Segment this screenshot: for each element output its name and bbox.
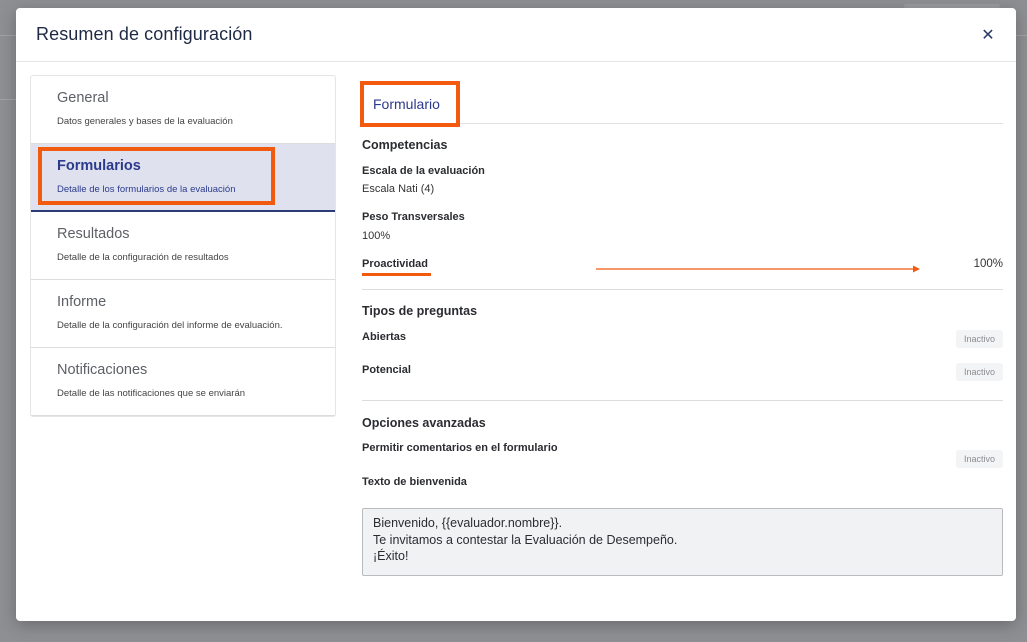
config-summary-modal: Resumen de configuración ✕ General Datos… [16,8,1016,621]
content-panel: Formulario Competencias Escala de la eva… [362,80,1003,576]
sidebar-nav: General Datos generales y bases de la ev… [30,75,336,417]
welcome-text-box: Bienvenido, {{evaluador.nombre}}. Te inv… [362,508,1003,576]
sidebar-item-resultados[interactable]: Resultados Detalle de la configuración d… [31,212,335,280]
sidebar-item-label: Notificaciones [57,362,148,378]
field-value-escala: Escala Nati (4) [362,183,435,195]
field-label-comentarios: Permitir comentarios en el formulario [362,442,558,454]
sidebar-item-description: Detalle de los formularios de la evaluac… [57,184,236,195]
field-label-peso: Peso Transversales [362,211,465,223]
sidebar-item-description: Detalle de las notificaciones que se env… [57,388,246,399]
section-divider [362,400,1003,401]
field-label-escala: Escala de la evaluación [362,165,485,177]
field-label-bienvenida: Texto de bienvenida [362,476,467,488]
sidebar-item-informe[interactable]: Informe Detalle de la configuración del … [31,280,335,348]
field-label-potencial: Potencial [362,364,411,376]
welcome-line: Te invitamos a contestar la Evaluación d… [373,532,678,547]
proactividad-underline [362,273,431,276]
status-badge-abiertas: Inactivo [955,330,1003,348]
section-divider [362,289,1003,290]
section-title-competencias: Competencias [362,138,448,152]
sidebar-item-formularios[interactable]: Formularios Detalle de los formularios d… [31,144,335,212]
welcome-line: Bienvenido, {{evaluador.nombre}}. [373,516,563,530]
tab-formulario[interactable]: Formulario [373,96,440,112]
sidebar-item-general[interactable]: General Datos generales y bases de la ev… [31,76,335,144]
modal-header: Resumen de configuración ✕ [16,8,1016,62]
close-icon[interactable]: ✕ [976,23,1000,47]
background-divider [0,99,16,100]
section-title-opciones: Opciones avanzadas [362,416,486,430]
field-value-peso: 100% [362,230,391,242]
sidebar-item-label: Resultados [57,226,130,242]
sidebar-item-label: General [57,90,109,106]
status-badge-potencial: Inactivo [955,363,1003,381]
field-label-abiertas: Abiertas [362,331,407,343]
sidebar-item-label: Formularios [57,158,141,174]
sidebar-item-label: Informe [57,294,107,310]
sidebar-item-description: Detalle de la configuración del informe … [57,320,283,331]
status-badge-comentarios: Inactivo [955,450,1003,468]
sidebar-item-description: Datos generales y bases de la evaluación [57,116,233,127]
modal-title: Resumen de configuración [36,24,253,44]
welcome-line: ¡Éxito! [373,549,409,563]
tab-bar: Formulario [362,80,1003,124]
section-title-tipos: Tipos de preguntas [362,304,478,318]
sidebar-item-description: Detalle de la configuración de resultado… [57,252,229,263]
sidebar-item-notificaciones[interactable]: Notificaciones Detalle de las notificaci… [31,348,335,416]
field-value-proactividad: 100% [973,258,1003,270]
